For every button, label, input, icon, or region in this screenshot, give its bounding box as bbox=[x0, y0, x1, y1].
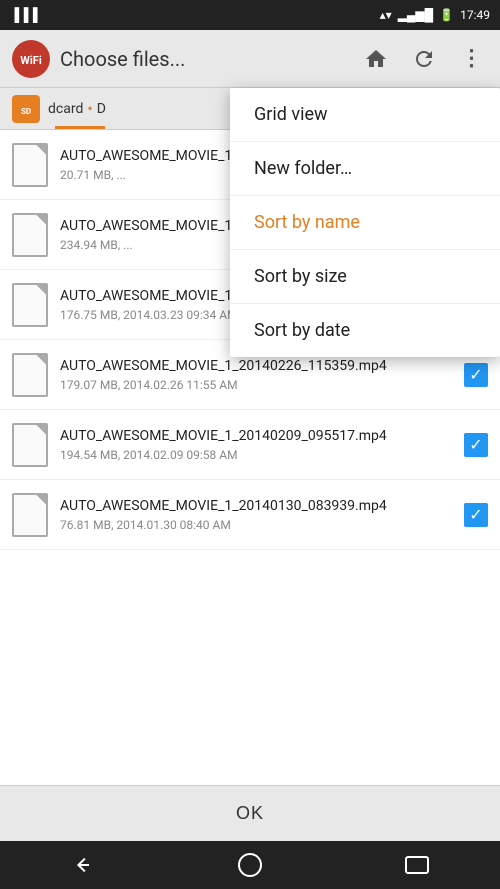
file-meta: 194.54 MB, 2014.02.09 09:58 AM bbox=[60, 448, 452, 462]
file-type-icon bbox=[12, 283, 48, 327]
tab-underline bbox=[55, 126, 105, 129]
dropdown-item-grid-view[interactable]: Grid view bbox=[230, 88, 500, 142]
back-button[interactable] bbox=[53, 845, 113, 885]
home-button[interactable] bbox=[360, 43, 392, 75]
file-type-icon bbox=[12, 213, 48, 257]
signal-icon: ▂▄▆█ bbox=[398, 8, 433, 22]
battery-icon: 🔋 bbox=[439, 8, 454, 22]
dropdown-item-sort-date[interactable]: Sort by date bbox=[230, 304, 500, 357]
file-type-icon bbox=[12, 423, 48, 467]
app-logo: WiFi bbox=[12, 40, 50, 78]
status-bar: ▐▐▐ ▴▾ ▂▄▆█ 🔋 17:49 bbox=[0, 0, 500, 30]
app-title: Choose files... bbox=[60, 47, 350, 71]
breadcrumb-icon: SD bbox=[12, 95, 40, 123]
app-bar-actions: ⋮ bbox=[360, 43, 488, 75]
breadcrumb-subfolder[interactable]: D bbox=[97, 101, 106, 117]
breadcrumb-sdcard[interactable]: dcard bbox=[48, 101, 83, 117]
more-options-button[interactable]: ⋮ bbox=[456, 43, 488, 75]
file-item[interactable]: AUTO_AWESOME_MOVIE_1_20140130_083939.mp4… bbox=[0, 480, 500, 550]
file-checkbox[interactable]: ✓ bbox=[464, 433, 488, 457]
file-meta: 76.81 MB, 2014.01.30 08:40 AM bbox=[60, 518, 452, 532]
recents-button[interactable] bbox=[387, 845, 447, 885]
file-checkbox[interactable]: ✓ bbox=[464, 503, 488, 527]
svg-text:WiFi: WiFi bbox=[20, 54, 42, 67]
status-bar-right: ▴▾ ▂▄▆█ 🔋 17:49 bbox=[380, 8, 490, 22]
clock: 17:49 bbox=[460, 8, 490, 22]
file-info: AUTO_AWESOME_MOVIE_1_20140130_083939.mp4… bbox=[60, 497, 452, 531]
file-name: AUTO_AWESOME_MOVIE_1_20140226_115359.mp4 bbox=[60, 357, 452, 375]
ok-bar: OK bbox=[0, 785, 500, 841]
file-type-icon bbox=[12, 353, 48, 397]
file-name: AUTO_AWESOME_MOVIE_1_20140209_095517.mp4 bbox=[60, 427, 452, 445]
file-item[interactable]: AUTO_AWESOME_MOVIE_1_20140209_095517.mp4… bbox=[0, 410, 500, 480]
file-meta: 179.07 MB, 2014.02.26 11:55 AM bbox=[60, 378, 452, 392]
wifi-icon: ▴▾ bbox=[380, 8, 392, 22]
app-bar: WiFi Choose files... ⋮ bbox=[0, 30, 500, 88]
file-checkbox[interactable]: ✓ bbox=[464, 363, 488, 387]
dropdown-menu: Grid viewNew folder…Sort by nameSort by … bbox=[230, 88, 500, 357]
home-nav-button[interactable] bbox=[220, 845, 280, 885]
breadcrumb-dot: • bbox=[87, 99, 92, 118]
notification-icons: ▐▐▐ bbox=[10, 7, 38, 23]
status-bar-left: ▐▐▐ bbox=[10, 7, 38, 23]
file-type-icon bbox=[12, 493, 48, 537]
dropdown-item-sort-size[interactable]: Sort by size bbox=[230, 250, 500, 304]
refresh-button[interactable] bbox=[408, 43, 440, 75]
dropdown-item-new-folder[interactable]: New folder… bbox=[230, 142, 500, 196]
file-type-icon bbox=[12, 143, 48, 187]
ok-button[interactable]: OK bbox=[196, 795, 304, 832]
file-info: AUTO_AWESOME_MOVIE_1_20140209_095517.mp4… bbox=[60, 427, 452, 461]
file-info: AUTO_AWESOME_MOVIE_1_20140226_115359.mp4… bbox=[60, 357, 452, 391]
bottom-nav bbox=[0, 841, 500, 889]
dropdown-item-sort-name[interactable]: Sort by name bbox=[230, 196, 500, 250]
svg-text:SD: SD bbox=[21, 107, 31, 116]
breadcrumb-text: dcard • D bbox=[48, 99, 106, 118]
file-name: AUTO_AWESOME_MOVIE_1_20140130_083939.mp4 bbox=[60, 497, 452, 515]
